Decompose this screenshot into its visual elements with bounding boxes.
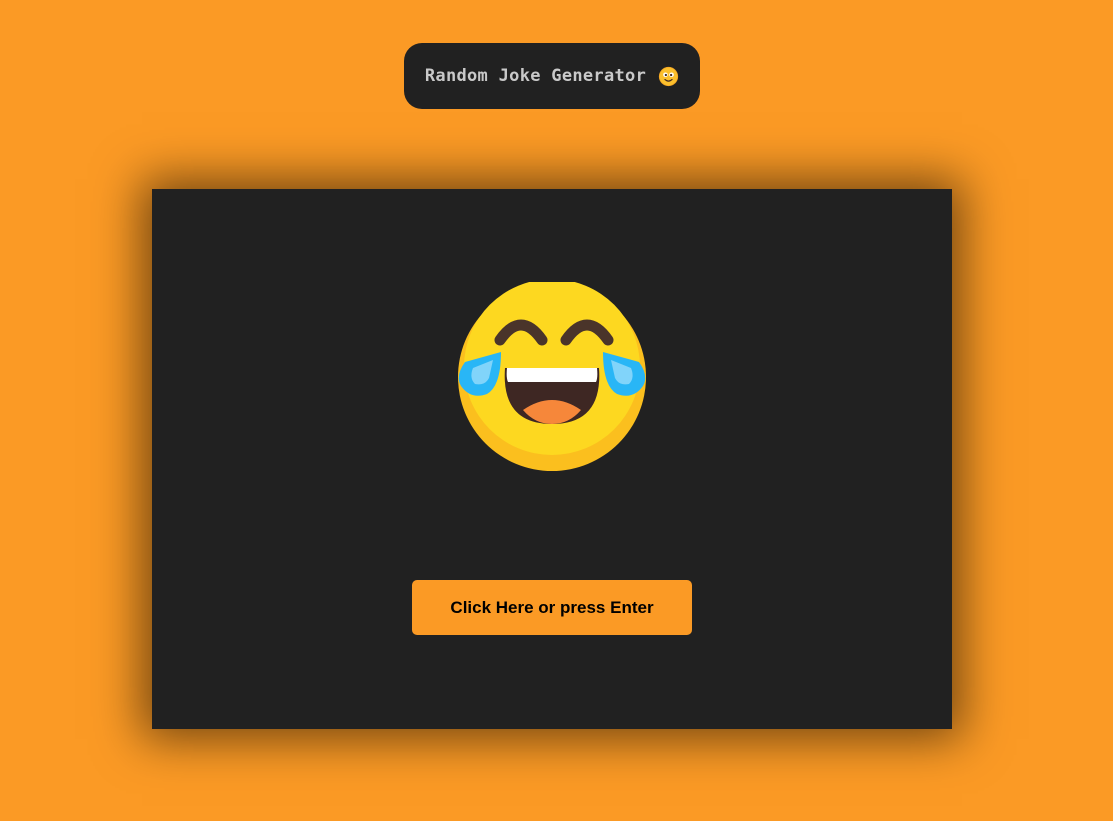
title-banner: Random Joke Generator: [404, 43, 700, 109]
get-joke-button[interactable]: Click Here or press Enter: [412, 580, 692, 635]
page-title: Random Joke Generator: [424, 66, 647, 86]
joke-card: Click Here or press Enter: [152, 189, 952, 729]
smiling-face-icon: [658, 66, 679, 86]
tears-of-joy-icon: [458, 282, 646, 471]
